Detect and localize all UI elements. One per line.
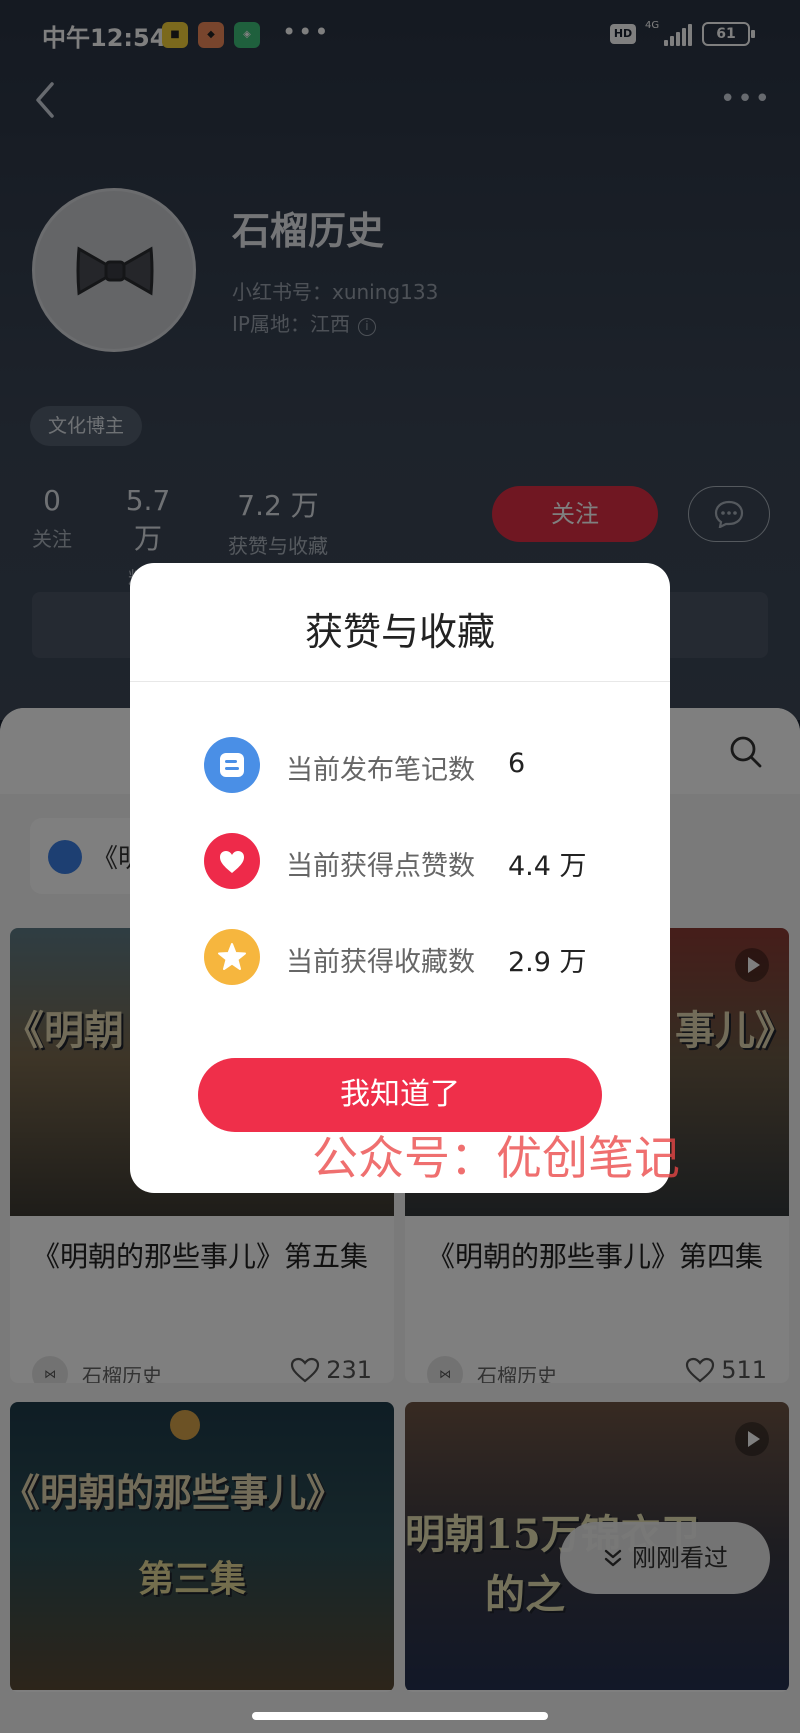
watermark-text: 公众号：优创笔记 <box>312 1131 680 1185</box>
row-value: 6 <box>508 748 526 779</box>
row-label: 当前获得点赞数 <box>286 851 475 882</box>
row-value: 2.9 万 <box>508 947 587 978</box>
star-icon <box>204 929 260 985</box>
notes-count-row: 当前发布笔记数 6 <box>204 737 624 793</box>
heart-icon <box>204 833 260 889</box>
home-indicator[interactable] <box>252 1712 548 1720</box>
row-label: 当前发布笔记数 <box>286 755 475 786</box>
collections-count-row: 当前获得收藏数 2.9 万 <box>204 929 624 985</box>
dialog-divider <box>130 681 670 682</box>
note-icon <box>204 737 260 793</box>
row-label: 当前获得收藏数 <box>286 947 475 978</box>
dialog-title: 获赞与收藏 <box>304 610 495 654</box>
got-it-button[interactable]: 我知道了 <box>198 1058 602 1132</box>
row-value: 4.4 万 <box>508 851 587 882</box>
likes-collections-dialog: 获赞与收藏 当前发布笔记数 6 当前获得点赞数 4.4 万 当前获得收藏数 2.… <box>130 563 670 1193</box>
likes-count-row: 当前获得点赞数 4.4 万 <box>204 833 624 889</box>
